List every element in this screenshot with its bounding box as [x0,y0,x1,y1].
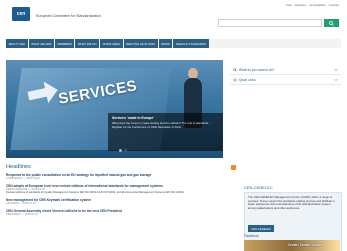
quick-links-dropdown[interactable]: Quick Links [230,75,341,85]
nav-about-cen[interactable]: ABOUT CEN [6,39,28,48]
site-search-input[interactable] [218,19,322,27]
carousel-dot-2[interactable] [124,149,127,152]
facebook-title: Facebook [244,234,259,238]
organization-name: European Committee for Standardization [36,14,102,18]
news-description: Revised editions of standards for Qualit… [6,191,185,194]
utility-link-glossary[interactable]: Glossary [294,3,306,7]
chevron-down-icon [334,68,338,71]
nav-search-standards[interactable]: SEARCH STANDARDS [173,39,209,48]
search-icon [233,67,237,72]
logo-text: cen [16,11,26,17]
headlines-section: Headlines Response to the public consult… [6,164,236,251]
utility-link-visit[interactable]: Visit [286,3,292,7]
news-date: PRESIDENT — 2015-07-01 [6,213,39,217]
utility-link-accessibility[interactable]: Accessibility [309,3,325,7]
rss-icon[interactable] [231,164,236,170]
link-icon [233,78,237,81]
caption-body: What does the move to create leading ser… [112,121,211,129]
nav-members[interactable]: MEMBERS [54,39,75,48]
news-item[interactable]: CEN adopts at European level new revised… [6,184,236,194]
utility-link-contact[interactable]: Contact [329,3,339,7]
what-to-do-dropdown[interactable]: What do you want to do? [230,65,341,75]
what-to-do-label: What do you want to do? [239,67,275,72]
headlines-title: Headlines [6,164,31,170]
nav-news[interactable]: NEWS [158,39,173,48]
nav-meeting-facilities[interactable]: MEETING FACILITIES [123,39,158,48]
side-panel: What do you want to do? Quick Links [230,65,341,93]
news-date: KEYMARK — 2015-07-14 [6,202,36,206]
news-item[interactable]: New management for CEN Keymark certifica… [6,198,236,205]
caption-title: Services 'made in Europe' [112,116,154,120]
headlines-header: Headlines [6,164,236,170]
news-date: CORPORATE — 2015-10-09 [6,177,40,180]
search-icon [329,20,334,26]
cen-logo[interactable]: cen [12,7,30,21]
cen-cenelec-button[interactable]: CEN-CENELEC [248,225,275,232]
cen-cenelec-text: The CEN-CENELEC Management Centre (CCMC)… [248,195,335,210]
carousel-dot-1[interactable] [119,149,122,152]
chevron-down-icon [334,78,338,81]
facebook-label: Create! Create! Create! [288,243,323,247]
site-search-button[interactable] [324,19,339,27]
utility-links: Visit Glossary Accessibility Contact [286,3,339,7]
cen-cenelec-title: CEN-CENELEC [244,185,273,190]
quick-links-label: Quick Links [239,77,256,82]
nav-what-we-do[interactable]: WHAT WE DO [75,39,100,48]
main-navigation: ABOUT CEN WHAT WE ARE MEMBERS WHAT WE DO… [6,39,341,48]
nav-what-we-are[interactable]: WHAT WE ARE [28,39,54,48]
news-item[interactable]: CEN General Assembly elects Vincent Lafl… [6,209,236,216]
hero-caption[interactable]: Services 'made in Europe' What does the … [108,113,223,151]
carousel-dots [119,149,127,152]
news-item[interactable]: Response to the public consultation on a… [6,173,236,180]
site-header: cen European Committee for Standardizati… [0,0,347,32]
nav-work-area[interactable]: WORK AREA [100,39,123,48]
